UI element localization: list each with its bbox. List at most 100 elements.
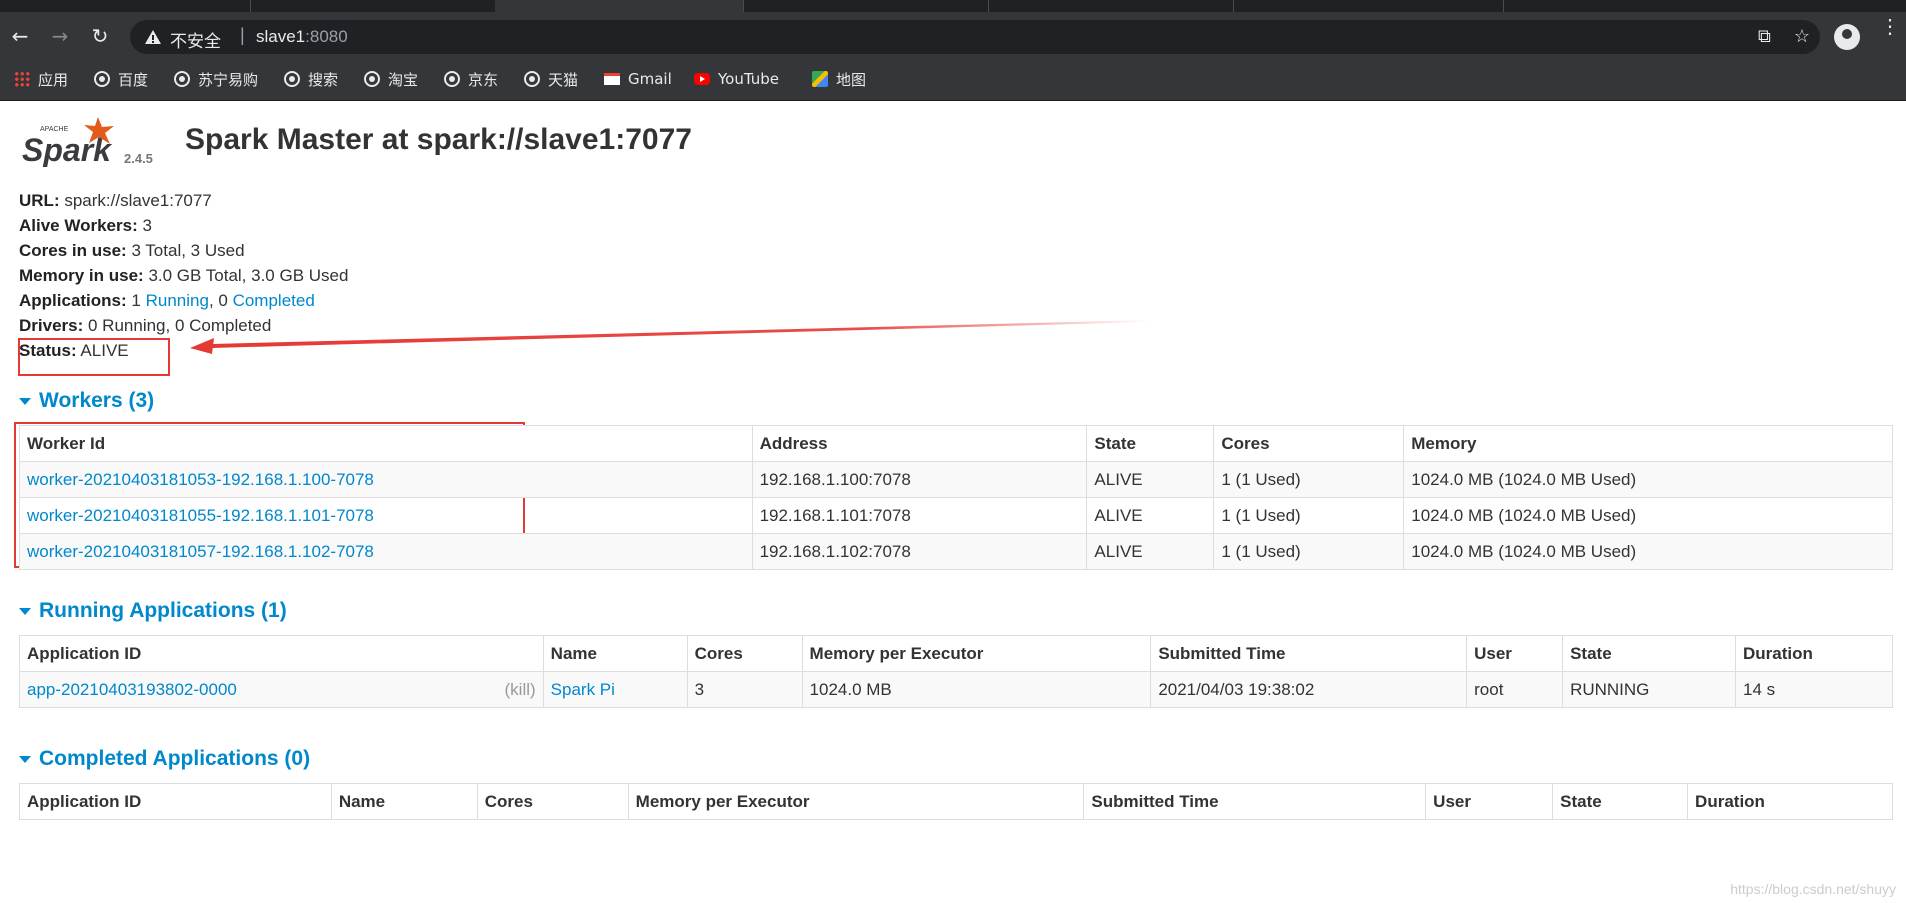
logo-apache-text: APACHE bbox=[40, 126, 69, 133]
column-header[interactable]: User bbox=[1425, 783, 1554, 820]
table-cell: 3 bbox=[686, 671, 803, 708]
summary-value: 3.0 GB Total, 3.0 GB Used bbox=[148, 266, 349, 285]
completed-apps-link[interactable]: Completed bbox=[233, 291, 315, 310]
table-cell: worker-20210403181053-192.168.1.100-7078 bbox=[19, 461, 753, 498]
column-header[interactable]: Application ID bbox=[19, 783, 332, 820]
browser-tab-active[interactable] bbox=[495, 0, 744, 12]
bookmark-tmall[interactable]: 天猫 bbox=[524, 68, 578, 90]
bookmark-label: 百度 bbox=[118, 70, 149, 89]
browser-toolbar: ← → ↻ 不安全 | slave1:8080 ⧉ ☆ ⋮ bbox=[0, 12, 1906, 60]
column-header[interactable]: Memory per Executor bbox=[801, 635, 1152, 672]
bookmark-baidu[interactable]: 百度 bbox=[94, 68, 148, 90]
address-url[interactable]: slave1:8080 bbox=[256, 27, 348, 47]
column-header[interactable]: State bbox=[1562, 635, 1736, 672]
warning-icon[interactable] bbox=[144, 28, 162, 46]
bookmark-label: YouTube bbox=[718, 70, 779, 88]
summary-label: Drivers: bbox=[19, 316, 84, 335]
bookmark-search[interactable]: 搜索 bbox=[284, 68, 338, 90]
bookmark-gmail[interactable]: Gmail bbox=[604, 68, 672, 90]
caret-down-icon bbox=[19, 755, 31, 763]
running-apps-section-toggle[interactable]: Running Applications (1) bbox=[19, 599, 287, 623]
worker-id-link[interactable]: worker-20210403181055-192.168.1.101-7078 bbox=[27, 506, 374, 525]
column-header[interactable]: Duration bbox=[1687, 783, 1893, 820]
app-name-link[interactable]: Spark Pi bbox=[551, 680, 615, 699]
column-header[interactable]: State bbox=[1552, 783, 1689, 820]
column-header[interactable]: Worker Id bbox=[19, 425, 753, 462]
column-header[interactable]: Address bbox=[751, 425, 1088, 462]
column-header[interactable]: Submitted Time bbox=[1083, 783, 1427, 820]
profile-avatar-icon[interactable] bbox=[1834, 24, 1860, 50]
back-icon[interactable]: ← bbox=[8, 24, 32, 48]
kill-app-link[interactable]: (kill) bbox=[505, 680, 536, 700]
table-header-row: Worker Id Address State Cores Memory bbox=[19, 425, 1893, 462]
bookmark-youtube[interactable]: YouTube bbox=[694, 68, 779, 90]
bookmark-jd[interactable]: 京东 bbox=[444, 68, 498, 90]
spark-master-page: Spark APACHE 2.4.5 Spark Master at spark… bbox=[0, 101, 1906, 903]
running-apps-link[interactable]: Running bbox=[146, 291, 209, 310]
translate-icon[interactable]: ⧉ bbox=[1758, 26, 1771, 46]
column-header[interactable]: Name bbox=[542, 635, 688, 672]
column-header[interactable]: Cores bbox=[686, 635, 803, 672]
bookmark-star-icon[interactable]: ☆ bbox=[1794, 26, 1810, 46]
browser-tab[interactable] bbox=[250, 0, 496, 12]
section-title: Completed Applications (0) bbox=[39, 747, 311, 770]
table-cell: 1024.0 MB (1024.0 MB Used) bbox=[1403, 533, 1893, 570]
caret-down-icon bbox=[19, 397, 31, 405]
summary-value: 3 Total, 3 Used bbox=[131, 241, 245, 260]
column-header[interactable]: Submitted Time bbox=[1150, 635, 1468, 672]
gmail-icon bbox=[604, 73, 620, 85]
column-header[interactable]: State bbox=[1086, 425, 1215, 462]
summary-label: Alive Workers: bbox=[19, 216, 138, 235]
browser-tab[interactable] bbox=[988, 0, 1234, 12]
browser-tab[interactable] bbox=[743, 0, 989, 12]
summary-label: Cores in use: bbox=[19, 241, 127, 260]
completed-apps-section-toggle[interactable]: Completed Applications (0) bbox=[19, 747, 310, 771]
table-cell: 192.168.1.100:7078 bbox=[751, 461, 1088, 498]
table-cell: app-20210403193802-0000 (kill) bbox=[19, 671, 544, 708]
column-header[interactable]: Memory bbox=[1403, 425, 1893, 462]
bookmark-maps[interactable]: 地图 bbox=[812, 68, 866, 90]
youtube-icon bbox=[694, 73, 710, 85]
table-header-row: Application ID Name Cores Memory per Exe… bbox=[19, 783, 1893, 820]
table-cell: worker-20210403181057-192.168.1.102-7078 bbox=[19, 533, 753, 570]
column-header[interactable]: Memory per Executor bbox=[627, 783, 1085, 820]
url-host: slave1 bbox=[256, 27, 306, 46]
column-header[interactable]: Cores bbox=[1213, 425, 1405, 462]
worker-id-link[interactable]: worker-20210403181053-192.168.1.100-7078 bbox=[27, 470, 374, 489]
column-header[interactable]: Application ID bbox=[19, 635, 544, 672]
address-bar[interactable]: 不安全 | slave1:8080 ⧉ ☆ bbox=[130, 20, 1820, 54]
browser-tab[interactable] bbox=[1233, 0, 1504, 12]
summary-url: URL: spark://slave1:7077 bbox=[19, 188, 348, 213]
address-separator: | bbox=[240, 25, 245, 45]
insecure-label[interactable]: 不安全 bbox=[170, 27, 221, 52]
column-header[interactable]: Name bbox=[330, 783, 478, 820]
column-header[interactable]: User bbox=[1466, 635, 1564, 672]
reload-icon[interactable]: ↻ bbox=[88, 24, 112, 48]
summary-cores: Cores in use: 3 Total, 3 Used bbox=[19, 238, 348, 263]
worker-id-link[interactable]: worker-20210403181057-192.168.1.102-7078 bbox=[27, 542, 374, 561]
bookmark-suning[interactable]: 苏宁易购 bbox=[174, 68, 258, 90]
browser-tab[interactable] bbox=[0, 0, 251, 12]
bookmarks-bar: 应用 百度 苏宁易购 搜索 淘宝 京东 天猫 Gmail YouTube 地图 bbox=[0, 60, 1906, 101]
app-id-link[interactable]: app-20210403193802-0000 bbox=[27, 680, 237, 699]
globe-icon bbox=[444, 71, 460, 87]
running-apps-table: Application ID Name Cores Memory per Exe… bbox=[19, 635, 1893, 708]
caret-down-icon bbox=[19, 607, 31, 615]
bookmark-taobao[interactable]: 淘宝 bbox=[364, 68, 418, 90]
summary-label: Applications: bbox=[19, 291, 127, 310]
globe-icon bbox=[524, 71, 540, 87]
forward-icon[interactable]: → bbox=[48, 24, 72, 48]
table-cell: 192.168.1.102:7078 bbox=[751, 533, 1088, 570]
table-cell: ALIVE bbox=[1086, 497, 1215, 534]
bookmark-apps[interactable]: 应用 bbox=[14, 68, 68, 90]
bookmark-label: 苏宁易购 bbox=[198, 70, 259, 89]
summary-label: URL: bbox=[19, 191, 60, 210]
summary-memory: Memory in use: 3.0 GB Total, 3.0 GB Used bbox=[19, 263, 348, 288]
table-cell: ALIVE bbox=[1086, 533, 1215, 570]
workers-section-toggle[interactable]: Workers (3) bbox=[19, 389, 154, 413]
column-header[interactable]: Cores bbox=[476, 783, 629, 820]
spark-logo[interactable]: Spark APACHE bbox=[18, 117, 118, 167]
column-header[interactable]: Duration bbox=[1735, 635, 1893, 672]
browser-menu-icon[interactable]: ⋮ bbox=[1880, 17, 1900, 37]
table-cell: RUNNING bbox=[1562, 671, 1736, 708]
